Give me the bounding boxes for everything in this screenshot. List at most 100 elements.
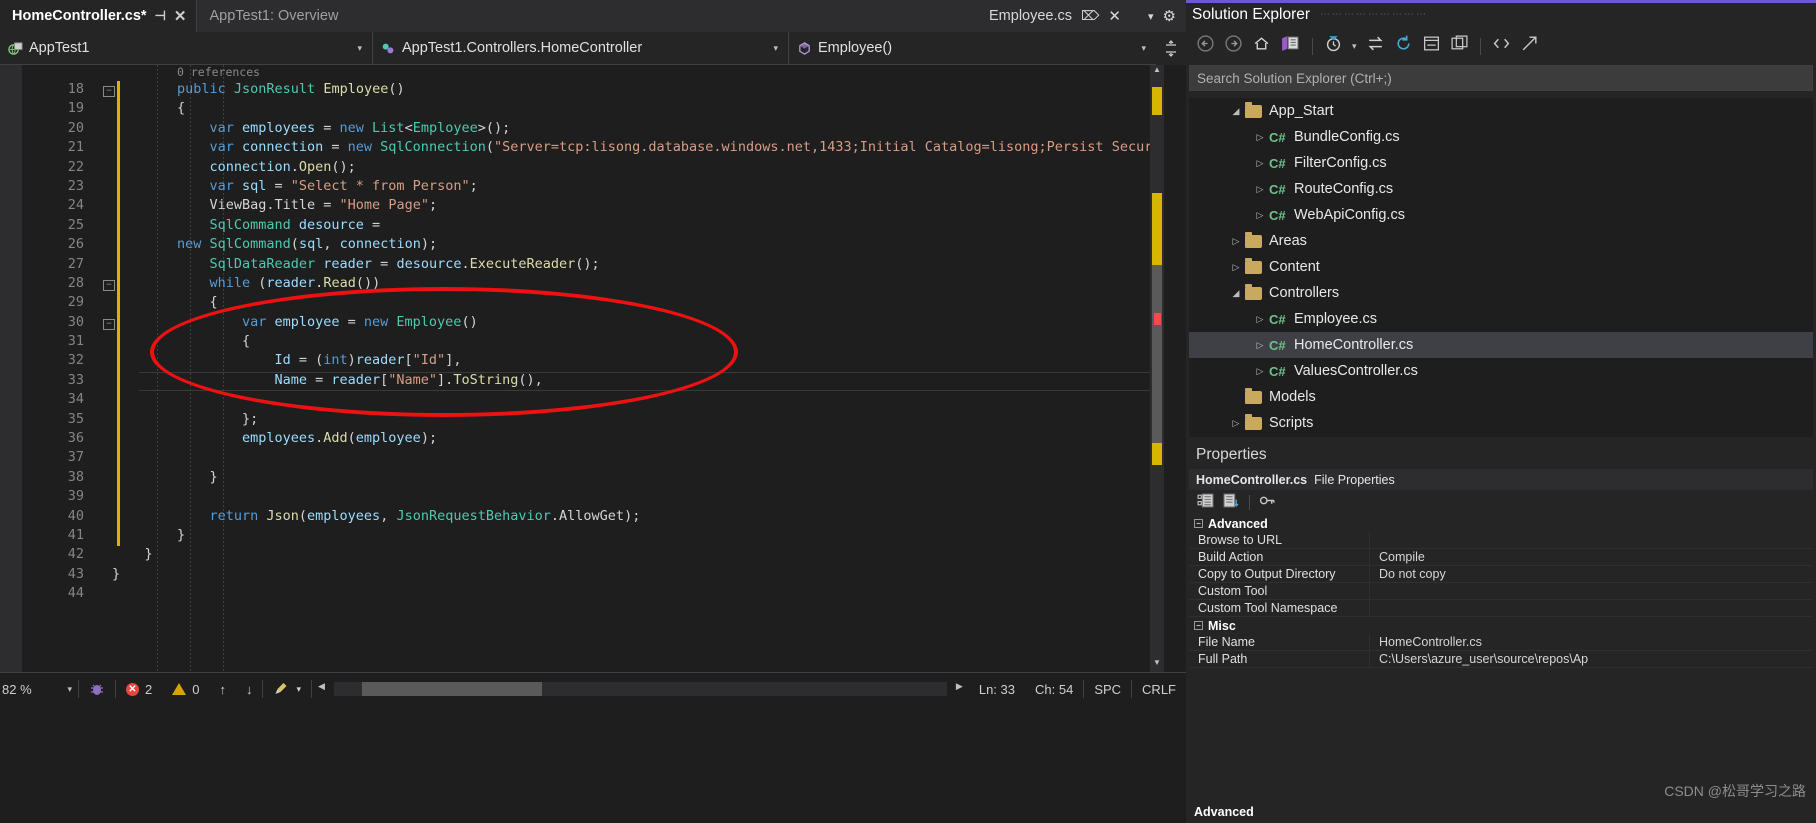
codelens-row[interactable]: 0 references (22, 65, 1186, 81)
prev-issue-button[interactable]: ↑ (209, 673, 236, 705)
home-icon[interactable] (1252, 34, 1271, 58)
tree-item-homecontroller-cs[interactable]: ▷ C# HomeController.cs (1189, 332, 1813, 358)
code-line[interactable]: 35}; (22, 410, 1186, 431)
scrollbar-track[interactable] (334, 682, 947, 696)
refresh-icon[interactable] (1394, 34, 1413, 58)
code-line[interactable]: 40 return Json(employees, JsonRequestBeha… (22, 507, 1186, 527)
property-value[interactable]: HomeController.cs (1369, 634, 1813, 650)
solution-view-icon[interactable] (1280, 34, 1301, 58)
collapse-toggle-icon[interactable]: − (1194, 621, 1203, 630)
property-value[interactable] (1369, 583, 1813, 599)
pin-icon[interactable]: ⊣ (155, 8, 166, 24)
forward-arrow-icon[interactable] (1224, 34, 1243, 58)
properties-category-misc[interactable]: − Misc (1189, 617, 1813, 634)
codelens-references[interactable]: 0 references (177, 65, 260, 79)
tree-item-routeconfig-cs[interactable]: ▷ C# RouteConfig.cs (1189, 176, 1813, 202)
property-row[interactable]: File Name HomeController.cs (1189, 634, 1813, 651)
caret-column-indicator[interactable]: Ch: 54 (1025, 673, 1083, 705)
tree-item-bundleconfig-cs[interactable]: ▷ C# BundleConfig.cs (1189, 124, 1813, 150)
solution-explorer-title-bar[interactable]: Solution Explorer ⋯⋯⋯⋯⋯⋯⋯⋯⋯ (1186, 0, 1816, 29)
chevron-right-icon[interactable]: ▷ (1251, 132, 1269, 143)
solution-explorer-tree[interactable]: ◢ App_Start ▷ C# BundleConfig.cs ▷ C# FilterCon… (1189, 98, 1813, 438)
chevron-down-icon[interactable]: ▾ (357, 43, 362, 54)
search-solution-explorer-input[interactable]: Search Solution Explorer (Ctrl+;) (1189, 65, 1813, 91)
show-all-files-icon[interactable] (1492, 34, 1511, 58)
error-count-item[interactable]: ✕ 2 (116, 673, 162, 705)
code-line[interactable]: 36 employees.Add(employee); (22, 430, 1186, 450)
code-line[interactable]: 31 { (22, 333, 1186, 353)
code-line[interactable]: 19 { (22, 100, 1186, 120)
property-row[interactable]: Build Action Compile (1189, 549, 1813, 566)
scroll-up-icon[interactable]: ▲ (1150, 65, 1164, 79)
solution-explorer-toolbar[interactable]: ▾ (1186, 29, 1816, 63)
bug-icon[interactable] (79, 673, 115, 705)
preview-icon[interactable] (1520, 34, 1539, 58)
collapse-all-icon[interactable] (1422, 34, 1441, 58)
code-line[interactable]: 39 (22, 488, 1186, 508)
chevron-down-icon[interactable]: ▾ (1141, 43, 1146, 54)
categorized-icon[interactable] (1197, 493, 1214, 513)
chevron-down-icon[interactable]: ▾ (67, 684, 72, 695)
editor-horizontal-scrollbar[interactable]: ◀ ▶ (316, 681, 965, 696)
scroll-left-icon[interactable]: ◀ (318, 681, 325, 692)
property-row[interactable]: Browse to URL (1189, 532, 1813, 549)
chevron-right-icon[interactable]: ▷ (1251, 210, 1269, 221)
code-line[interactable]: 22 connection.Open(); (22, 158, 1186, 178)
code-line[interactable]: 30 − var employee = new Employee() (22, 313, 1186, 334)
code-line[interactable]: 43} (22, 566, 1186, 585)
pin-icon[interactable]: ⌦ (1081, 8, 1099, 24)
tab-apptest1-overview[interactable]: AppTest1: Overview (196, 0, 349, 32)
property-row[interactable]: Custom Tool (1189, 583, 1813, 600)
collapse-toggle-icon[interactable]: − (1194, 519, 1203, 528)
tree-item-app-start[interactable]: ◢ App_Start (1189, 98, 1813, 124)
code-line[interactable]: 42} (22, 546, 1186, 565)
tree-item-controllers[interactable]: ◢ Controllers (1189, 280, 1813, 306)
gear-icon[interactable]: ⚙ (1163, 7, 1176, 25)
property-row[interactable]: Copy to Output Directory Do not copy (1189, 566, 1813, 583)
code-line[interactable]: 28 − while (reader.Read()) (22, 274, 1186, 295)
chevron-down-icon[interactable]: ▾ (296, 684, 301, 695)
code-line[interactable]: 27 SqlDataReader reader = desource.Execut… (22, 255, 1186, 275)
code-line[interactable]: 25 SqlCommand desource = (22, 216, 1186, 237)
chevron-down-icon[interactable]: ▾ (773, 43, 778, 54)
property-value[interactable]: C:\Users\azure_user\source\repos\Ap (1369, 651, 1813, 667)
chevron-right-icon[interactable]: ▷ (1251, 314, 1269, 325)
scroll-right-icon[interactable]: ▶ (956, 681, 963, 692)
code-line[interactable]: 33 Name = reader["Name"].ToString(), (22, 371, 1186, 392)
code-line[interactable]: 37 (22, 449, 1186, 469)
property-row[interactable]: Full Path C:\Users\azure_user\source\repo… (1189, 651, 1813, 668)
code-line[interactable]: 24 ViewBag.Title = "Home Page"; (22, 197, 1186, 217)
code-line[interactable]: 21 var connection = new SqlConnection("Se… (22, 139, 1186, 159)
chevron-down-icon[interactable]: ▾ (1352, 41, 1357, 52)
chevron-right-icon[interactable]: ▷ (1251, 366, 1269, 377)
scrollbar-thumb[interactable] (362, 682, 542, 696)
code-line[interactable]: 26 new SqlCommand(sql, connection); (22, 236, 1186, 256)
drag-handle[interactable]: ⋯⋯⋯⋯⋯⋯⋯⋯⋯ (1320, 9, 1428, 20)
tab-employee-cs-group[interactable]: Employee.cs ⌦ ✕ ▾ ⚙ (980, 0, 1186, 32)
chevron-right-icon[interactable]: ▷ (1227, 418, 1245, 429)
navbar-project[interactable]: AppTest1 ▾ (0, 32, 372, 65)
chevron-down-icon[interactable]: ◢ (1227, 288, 1245, 299)
code-line[interactable]: 41} (22, 526, 1186, 547)
properties-title-bar[interactable]: Properties (1189, 440, 1813, 469)
pending-changes-icon[interactable] (1324, 34, 1343, 58)
chevron-right-icon[interactable]: ▷ (1251, 158, 1269, 169)
chevron-down-icon[interactable]: ◢ (1227, 106, 1245, 117)
navbar-class[interactable]: AppTest1.Controllers.HomeController ▾ (372, 32, 788, 65)
code-line[interactable]: 32 Id = (int)reader["Id"], (22, 352, 1186, 372)
code-surface[interactable]: 0 references 18 − public JsonResult Employ… (22, 65, 1186, 672)
line-ending-indicator[interactable]: CRLF (1132, 673, 1186, 705)
tree-item-filterconfig-cs[interactable]: ▷ C# FilterConfig.cs (1189, 150, 1813, 176)
chevron-right-icon[interactable]: ▷ (1251, 184, 1269, 195)
code-line[interactable]: 23 var sql = "Select * from Person"; (22, 177, 1186, 198)
code-line[interactable]: 38} (22, 468, 1186, 489)
caret-line-indicator[interactable]: Ln: 33 (969, 673, 1025, 705)
fold-toggle-icon[interactable]: − (102, 314, 116, 333)
tree-item-areas[interactable]: ▷ Areas (1189, 228, 1813, 254)
tree-item-employee-cs[interactable]: ▷ C# Employee.cs (1189, 306, 1813, 332)
close-icon[interactable]: ✕ (174, 7, 187, 25)
tree-item-scripts[interactable]: ▷ Scripts (1189, 410, 1813, 436)
indentation-indicator[interactable]: SPC (1084, 673, 1131, 705)
scrollbar-thumb[interactable] (1152, 265, 1162, 445)
editor-vertical-scrollbar[interactable]: ▲ ▼ (1150, 65, 1164, 672)
